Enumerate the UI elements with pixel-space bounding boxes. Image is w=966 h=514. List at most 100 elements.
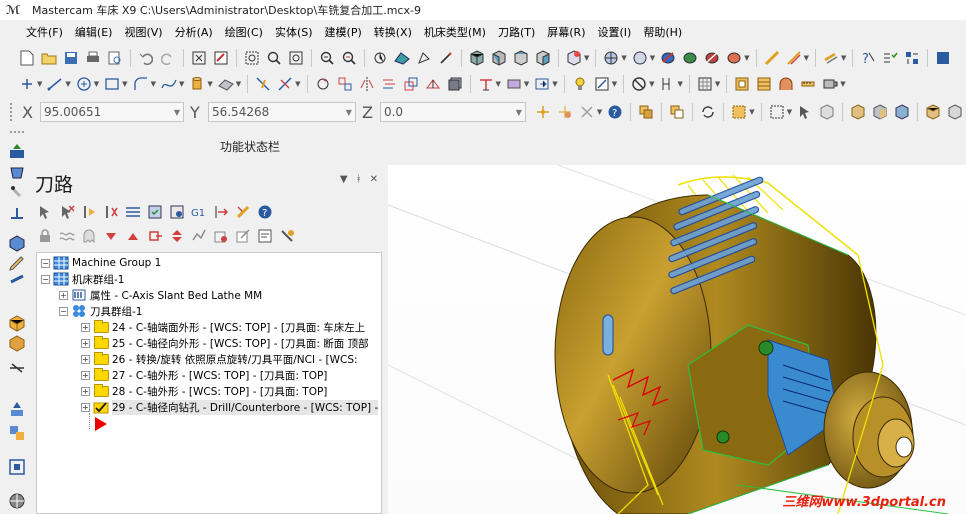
expand-icon[interactable]: + <box>81 354 90 364</box>
dropdown-arrow-icon[interactable]: ▼ <box>649 80 654 88</box>
hatch-icon[interactable] <box>696 75 714 93</box>
dropdown-arrow-icon[interactable]: ▼ <box>207 80 212 88</box>
menu-settings[interactable]: 设置(I) <box>592 24 638 40</box>
menu-view[interactable]: 视图(V) <box>118 24 168 40</box>
select-cube-icon[interactable] <box>818 103 836 121</box>
face-select-icon[interactable] <box>871 103 889 121</box>
nc-output-icon[interactable] <box>256 227 274 245</box>
x-coordinate-field[interactable]: 95.00651 ▼ <box>40 102 184 122</box>
menu-model[interactable]: 建模(P) <box>319 24 368 40</box>
create-spline-icon[interactable] <box>160 75 178 93</box>
zoom-target-icon[interactable] <box>265 49 283 67</box>
fixture-icon[interactable] <box>8 204 26 222</box>
tree-item-op-29[interactable]: + 29 - C-轴径向钻孔 - Drill/Counterbore - [WC… <box>81 399 379 415</box>
dropdown-arrow-icon[interactable]: ▼ <box>584 54 589 62</box>
zoom-out-icon[interactable] <box>340 49 358 67</box>
refresh-icon[interactable] <box>699 103 717 121</box>
select-all-ops-icon[interactable] <box>36 203 54 221</box>
tree-item-op-26[interactable]: + 26 - 转换/旋转 依照原点旋转/刀具平面/NCI - [WCS: <box>81 351 358 367</box>
backplot-icon[interactable] <box>124 203 142 221</box>
dropdown-arrow-icon[interactable]: ▼ <box>715 80 720 88</box>
create-rectangle-icon[interactable] <box>103 75 121 93</box>
regenerate-all-icon[interactable] <box>80 203 98 221</box>
dropdown-arrow-icon[interactable]: ▼ <box>841 54 846 62</box>
xform-scale-icon[interactable] <box>402 75 420 93</box>
create-point-icon[interactable] <box>18 75 36 93</box>
tree-item-machine-group-1[interactable]: − 机床群组-1 <box>41 271 124 287</box>
chevron-down-icon[interactable]: ▼ <box>174 108 180 117</box>
dropdown-arrow-icon[interactable]: ▼ <box>65 80 70 88</box>
stock-model-icon[interactable] <box>8 334 26 352</box>
zoom-selected-icon[interactable] <box>287 49 305 67</box>
edge-select-icon[interactable] <box>924 103 942 121</box>
sketch-icon[interactable] <box>437 49 455 67</box>
top-view-icon[interactable] <box>512 49 530 67</box>
menu-machine-type[interactable]: 机床类型(M) <box>418 24 492 40</box>
transform-align-icon[interactable] <box>8 458 26 476</box>
menu-analyze[interactable]: 分析(A) <box>169 24 219 40</box>
repaint-icon[interactable] <box>212 49 230 67</box>
stock-display-icon[interactable] <box>212 227 230 245</box>
attribute-icon[interactable] <box>822 49 840 67</box>
expand-icon[interactable]: + <box>81 338 90 348</box>
expand-icon[interactable]: + <box>81 386 90 396</box>
simulate-icon[interactable] <box>168 203 186 221</box>
break-icon[interactable] <box>276 75 294 93</box>
iso-view-icon[interactable] <box>468 49 486 67</box>
dimension-icon[interactable] <box>658 75 676 93</box>
move-down-icon[interactable] <box>102 227 120 245</box>
upload-arrow-icon[interactable] <box>8 142 26 160</box>
highspeed-icon[interactable] <box>234 203 252 221</box>
menu-xform[interactable]: 转换(X) <box>368 24 418 40</box>
undo-icon[interactable] <box>137 49 155 67</box>
line-style-icon[interactable] <box>763 49 781 67</box>
insert-arrow-marker-icon[interactable] <box>95 417 107 431</box>
tree-item-op-28[interactable]: + 28 - C-轴外形 - [WCS: TOP] - [刀具面: TOP] <box>81 383 327 399</box>
tree-item-op-24[interactable]: + 24 - C-轴端面外形 - [WCS: TOP] - [刀具面: 车床左上 <box>81 319 365 335</box>
menu-solids[interactable]: 实体(S) <box>269 24 319 40</box>
create-circle-icon[interactable] <box>75 75 93 93</box>
create-line-icon[interactable] <box>46 75 64 93</box>
transform-up-icon[interactable] <box>8 400 26 418</box>
toolbar-grip[interactable] <box>10 103 14 121</box>
dynamic-rotate-icon[interactable] <box>371 49 389 67</box>
chuck-icon[interactable] <box>8 272 26 290</box>
insert-arrow-icon[interactable] <box>146 227 164 245</box>
shade-partial-icon[interactable] <box>703 49 721 67</box>
globe-icon[interactable] <box>602 49 620 67</box>
shade-solid-icon[interactable] <box>681 49 699 67</box>
dropdown-arrow-icon[interactable]: ▼ <box>804 54 809 62</box>
toolbar-grip[interactable] <box>10 131 24 133</box>
autocursor-settings-icon[interactable] <box>556 103 574 121</box>
dropdown-arrow-icon[interactable]: ▼ <box>744 54 749 62</box>
cplane-icon[interactable] <box>565 49 583 67</box>
collapse-icon[interactable]: − <box>59 306 68 316</box>
select-solid-icon[interactable] <box>668 103 686 121</box>
open-file-icon[interactable] <box>40 49 58 67</box>
dropdown-arrow-icon[interactable]: ▼ <box>612 80 617 88</box>
dropdown-arrow-icon[interactable]: ▼ <box>552 80 557 88</box>
lock-icon[interactable] <box>36 227 54 245</box>
probe-icon[interactable] <box>8 184 26 202</box>
wireframe-icon[interactable] <box>631 49 649 67</box>
dropdown-arrow-icon[interactable]: ▼ <box>179 80 184 88</box>
dropdown-arrow-icon[interactable]: ▼ <box>650 54 655 62</box>
create-surface-icon[interactable] <box>217 75 235 93</box>
menu-toolpaths[interactable]: 刀路(T) <box>492 24 541 40</box>
stock-setup-icon[interactable] <box>8 314 26 332</box>
print-preview-icon[interactable] <box>106 49 124 67</box>
chevron-down-icon[interactable]: ▼ <box>340 174 348 185</box>
fit-screen-icon[interactable] <box>190 49 208 67</box>
expand-icon[interactable]: + <box>81 370 90 380</box>
edit-note-icon[interactable] <box>593 75 611 93</box>
dropdown-arrow-icon[interactable]: ▼ <box>787 108 792 116</box>
post-output-icon[interactable] <box>212 203 230 221</box>
toggle-posting-icon[interactable] <box>58 227 76 245</box>
lathe-tool-icon[interactable] <box>477 75 495 93</box>
trim-icon[interactable] <box>254 75 272 93</box>
line-width-icon[interactable] <box>785 49 803 67</box>
dropdown-arrow-icon[interactable]: ▼ <box>236 80 241 88</box>
stock-cube-icon[interactable] <box>8 234 26 252</box>
body-select-icon[interactable] <box>893 103 911 121</box>
xform-translate-icon[interactable] <box>336 75 354 93</box>
